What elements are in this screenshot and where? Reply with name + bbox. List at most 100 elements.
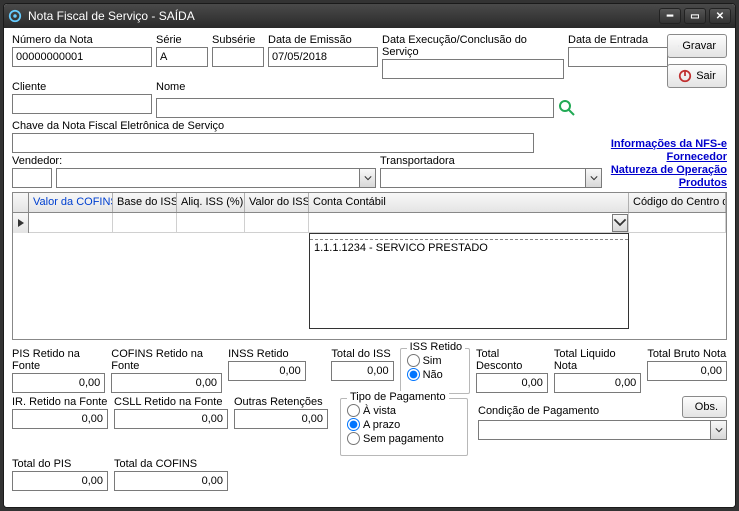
transportadora-select[interactable] — [380, 168, 602, 188]
pis-retido-label: PIS Retido na Fonte — [12, 348, 105, 372]
iss-retido-sim[interactable]: Sim — [407, 354, 463, 367]
outras-ret-input[interactable] — [234, 409, 328, 429]
numero-nota-label: Número da Nota — [12, 34, 152, 46]
cell-valor-iss[interactable] — [245, 213, 309, 233]
obs-button[interactable]: Obs. — [682, 396, 727, 418]
cell-base-iss[interactable] — [113, 213, 177, 233]
gravar-button[interactable]: Gravar — [667, 34, 727, 58]
maximize-button[interactable]: ▭ — [684, 8, 706, 24]
power-icon — [678, 69, 692, 83]
col-valor-cofins[interactable]: Valor da COFINS — [29, 193, 113, 212]
cell-valor-cofins[interactable] — [29, 213, 113, 233]
total-pis-label: Total do PIS — [12, 458, 108, 470]
total-desconto-input[interactable] — [476, 373, 548, 393]
total-bruto-input[interactable] — [647, 361, 727, 381]
iss-retido-title: ISS Retido — [407, 341, 466, 353]
vendedor-label: Vendedor: — [12, 155, 52, 167]
search-icon — [558, 99, 576, 117]
cliente-input[interactable] — [12, 94, 152, 114]
total-cofins-input[interactable] — [114, 471, 228, 491]
ir-retido-input[interactable] — [12, 409, 108, 429]
col-base-iss[interactable]: Base do ISS — [113, 193, 177, 212]
serie-input[interactable] — [156, 47, 208, 67]
tipo-pag-sem[interactable]: Sem pagamento — [347, 432, 461, 445]
table-row[interactable] — [13, 213, 726, 233]
total-iss-input[interactable] — [331, 361, 393, 381]
link-fornecedor[interactable]: Fornecedor — [611, 151, 727, 163]
chave-label: Chave da Nota Fiscal Eletrônica de Servi… — [12, 120, 534, 132]
cofins-retido-label: COFINS Retido na Fonte — [111, 348, 222, 372]
conta-contabil-dropdown[interactable]: 1.1.1.1234 - SERVICO PRESTADO — [309, 233, 629, 329]
cofins-retido-input[interactable] — [111, 373, 222, 393]
cell-aliq-iss[interactable] — [177, 213, 245, 233]
app-icon — [8, 9, 22, 23]
subserie-input[interactable] — [212, 47, 264, 67]
serie-label: Série — [156, 34, 208, 46]
subserie-label: Subsérie — [212, 34, 264, 46]
link-natureza[interactable]: Natureza de Operação — [611, 164, 727, 176]
csll-retido-input[interactable] — [114, 409, 228, 429]
chave-input[interactable] — [12, 133, 534, 153]
conta-contabil-input[interactable] — [309, 216, 612, 230]
vendedor-input[interactable] — [57, 170, 359, 186]
condicao-pag-input[interactable] — [479, 422, 710, 438]
transportadora-input[interactable] — [381, 170, 585, 186]
pis-retido-input[interactable] — [12, 373, 105, 393]
chevron-down-icon[interactable] — [710, 421, 726, 439]
link-produtos[interactable]: Produtos — [611, 177, 727, 189]
condicao-pag-select[interactable] — [478, 420, 727, 440]
data-emissao-input[interactable] — [268, 47, 378, 67]
close-button[interactable]: ✕ — [709, 8, 731, 24]
data-entrada-input[interactable] — [568, 47, 668, 67]
grid-corner — [13, 193, 29, 212]
total-bruto-label: Total Bruto Nota — [647, 348, 727, 360]
condicao-pag-label: Condição de Pagamento — [478, 405, 599, 417]
nome-input[interactable] — [156, 98, 554, 118]
total-iss-label: Total do ISS — [331, 348, 393, 360]
cell-codigo-centro[interactable] — [629, 213, 726, 233]
gravar-label: Gravar — [682, 40, 716, 52]
total-desconto-label: Total Desconto — [476, 348, 548, 372]
data-execucao-input[interactable] — [382, 59, 564, 79]
vendedor-select[interactable] — [56, 168, 376, 188]
links-panel: Informações da NFS-e Fornecedor Natureza… — [611, 138, 727, 190]
sair-button[interactable]: Sair — [667, 64, 727, 88]
transportadora-label: Transportadora — [380, 155, 602, 167]
col-aliq-iss[interactable]: Aliq. ISS (%) — [177, 193, 245, 212]
items-grid[interactable]: Valor da COFINS Base do ISS Aliq. ISS (%… — [12, 192, 727, 340]
data-entrada-label: Data de Entrada — [568, 34, 668, 46]
nome-label: Nome — [156, 81, 576, 93]
search-cliente-button[interactable] — [558, 99, 576, 117]
window-title: Nota Fiscal de Serviço - SAÍDA — [28, 9, 656, 23]
total-liquido-input[interactable] — [554, 373, 641, 393]
obs-label: Obs. — [695, 401, 718, 413]
iss-retido-nao[interactable]: Não — [407, 368, 463, 381]
row-indicator — [13, 213, 29, 233]
ir-retido-label: IR. Retido na Fonte — [12, 396, 108, 408]
col-valor-iss[interactable]: Valor do ISS — [245, 193, 309, 212]
inss-retido-label: INSS Retido — [228, 348, 306, 360]
data-emissao-label: Data de Emissão — [268, 34, 378, 46]
vendedor-code-input[interactable] — [12, 168, 52, 188]
data-execucao-label: Data Execução/Conclusão do Serviço — [382, 34, 564, 58]
dropdown-item[interactable]: 1.1.1.1234 - SERVICO PRESTADO — [310, 240, 628, 256]
numero-nota-input[interactable] — [12, 47, 152, 67]
csll-retido-label: CSLL Retido na Fonte — [114, 396, 228, 408]
inss-retido-input[interactable] — [228, 361, 306, 381]
cell-conta-contabil[interactable] — [309, 213, 629, 233]
link-info-nfse[interactable]: Informações da NFS-e — [611, 138, 727, 150]
chevron-down-icon[interactable] — [612, 214, 628, 232]
total-pis-input[interactable] — [12, 471, 108, 491]
minimize-button[interactable]: ━ — [659, 8, 681, 24]
total-cofins-label: Total da COFINS — [114, 458, 228, 470]
chevron-down-icon[interactable] — [359, 169, 375, 187]
tipo-pagamento-title: Tipo de Pagamento — [347, 391, 449, 403]
sair-label: Sair — [696, 70, 716, 82]
outras-ret-label: Outras Retenções — [234, 396, 328, 408]
col-conta-contabil[interactable]: Conta Contábil — [309, 193, 629, 212]
col-codigo-centro[interactable]: Código do Centro de Cu — [629, 193, 726, 212]
total-liquido-label: Total Liquido Nota — [554, 348, 641, 372]
tipo-pag-avista[interactable]: À vista — [347, 404, 461, 417]
tipo-pag-aprazo[interactable]: A prazo — [347, 418, 461, 431]
chevron-down-icon[interactable] — [585, 169, 601, 187]
